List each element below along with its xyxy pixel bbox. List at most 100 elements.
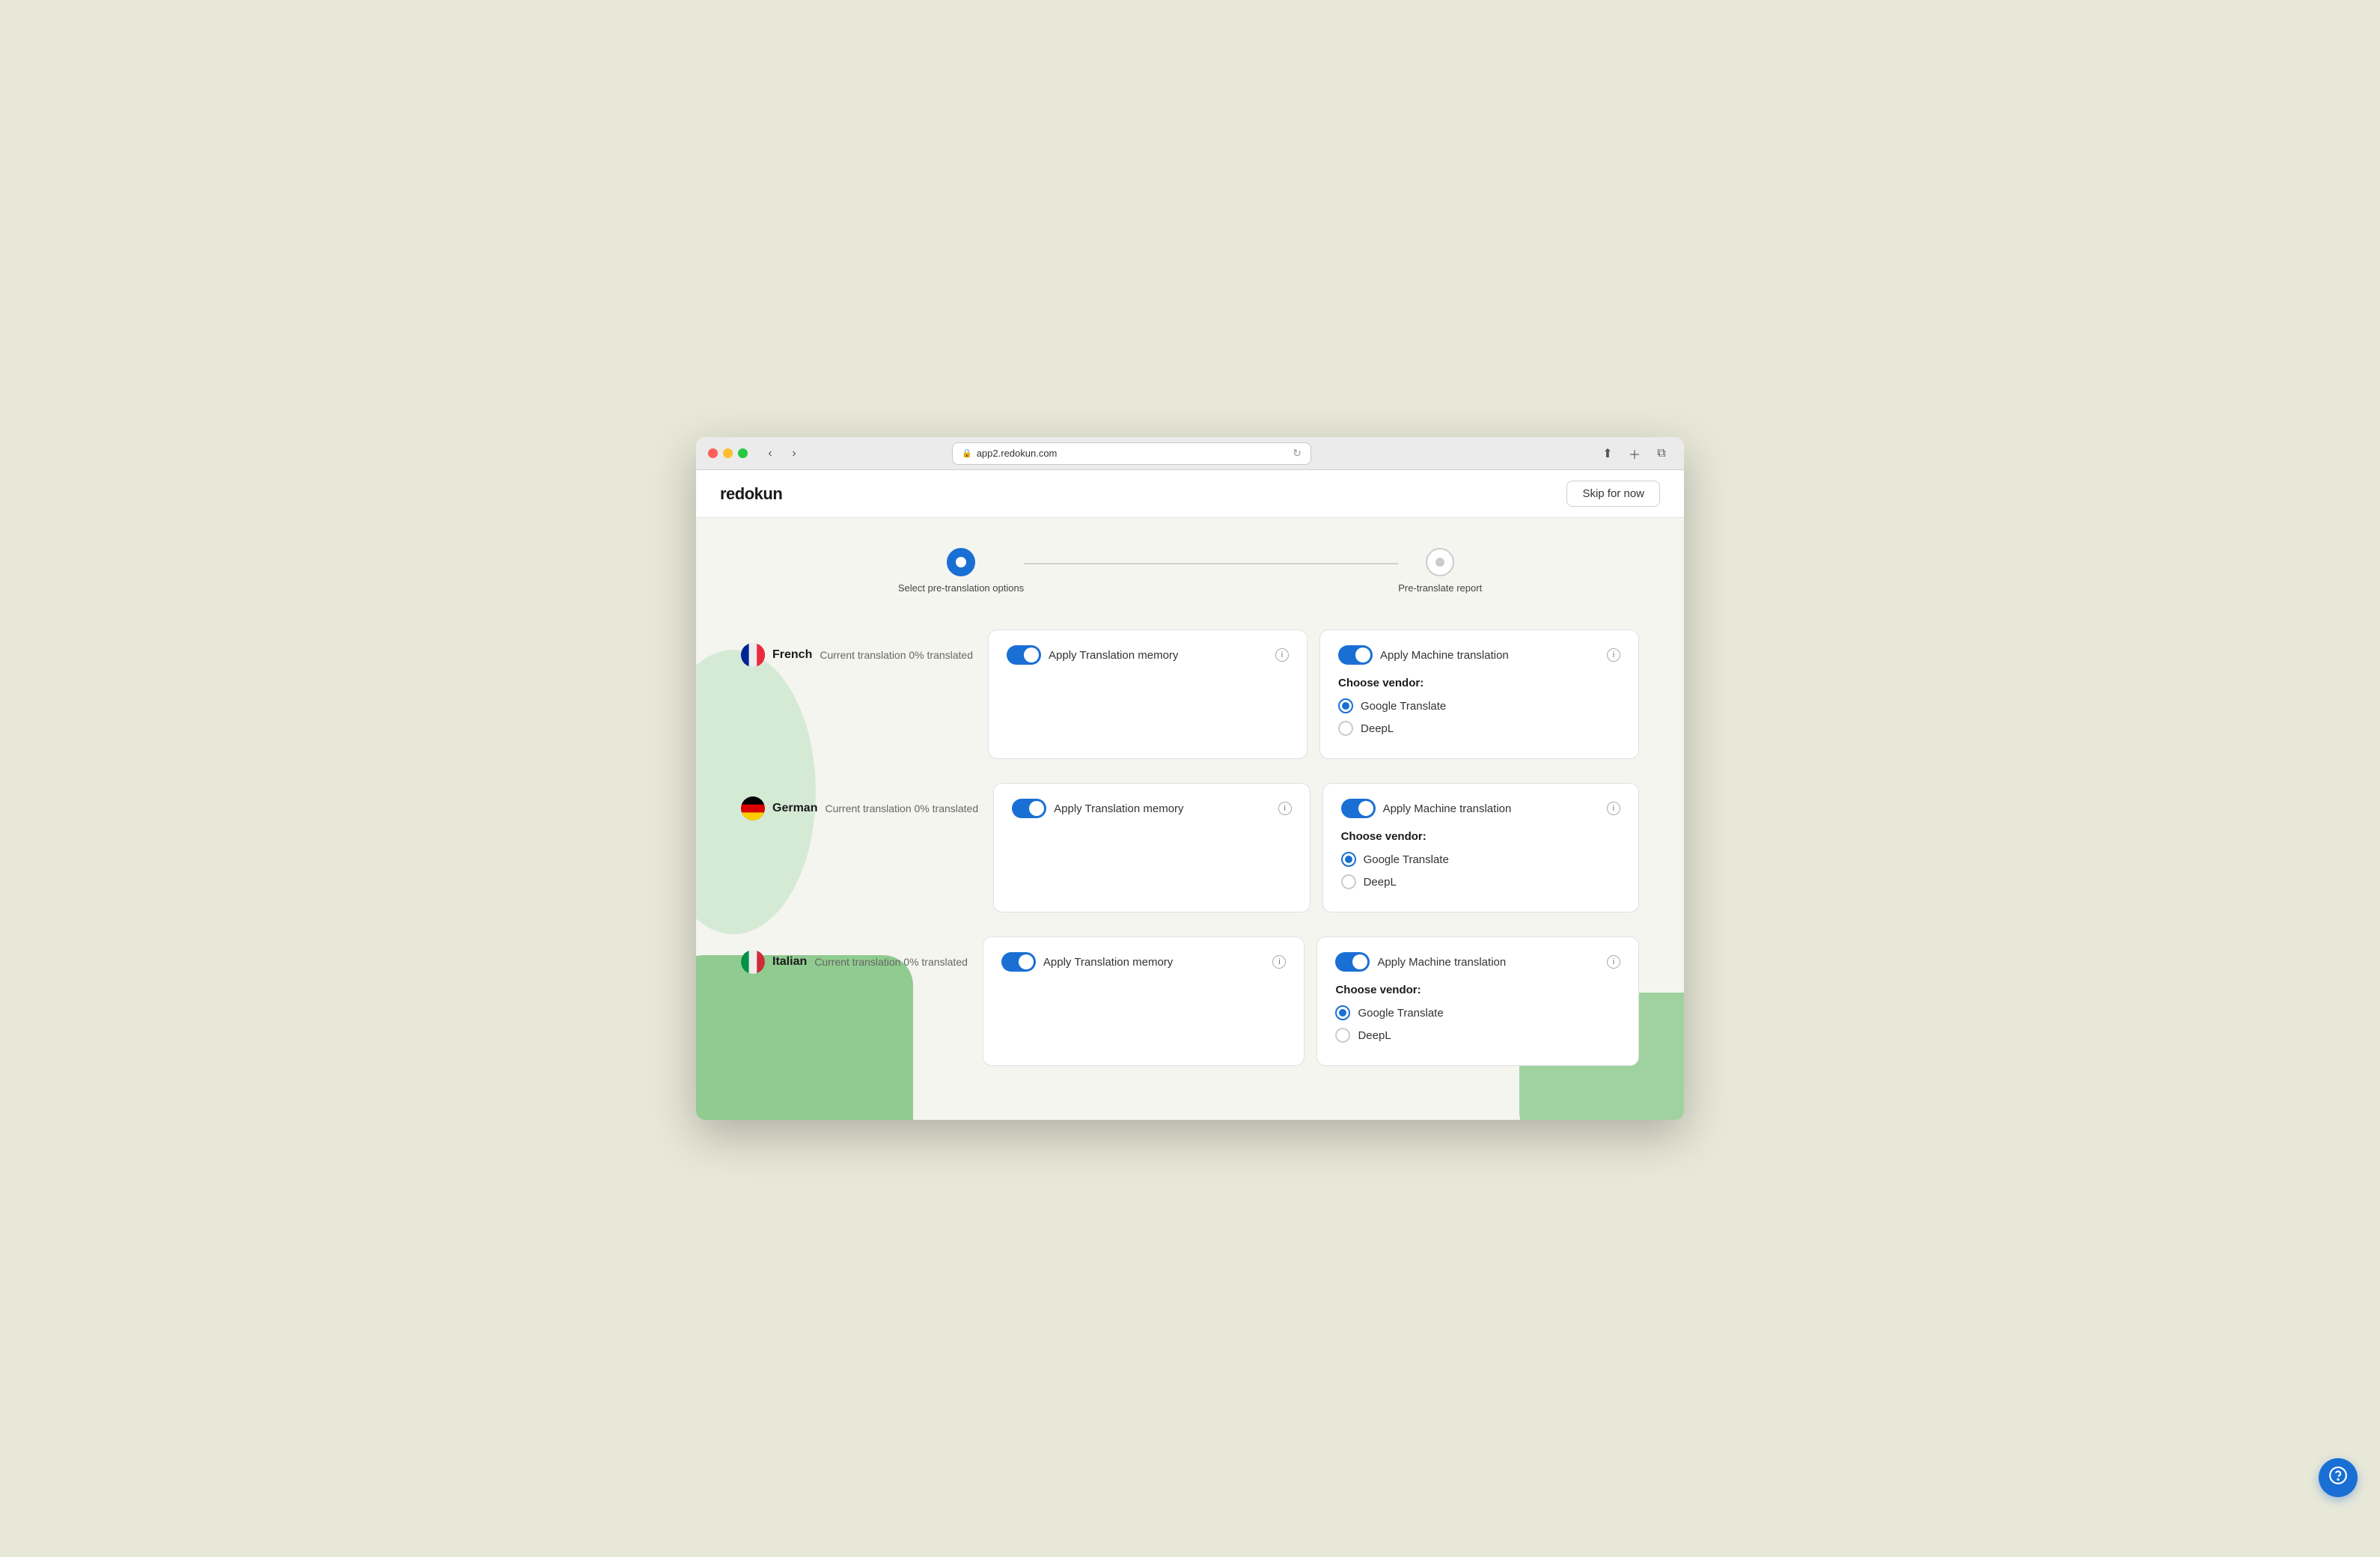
info-icon-mt-german[interactable]: i [1607, 802, 1620, 815]
vendor-label-google-italian: Google Translate [1358, 1007, 1443, 1020]
info-icon-tm-german[interactable]: i [1278, 802, 1292, 815]
step-2-circle [1426, 548, 1454, 576]
vendor-label-deepl-german: DeepL [1364, 876, 1397, 889]
lang-name-german: German [772, 802, 817, 815]
skip-button[interactable]: Skip for now [1566, 481, 1660, 507]
step-1: Select pre-translation options [898, 548, 1024, 594]
step-connector [1024, 563, 1398, 564]
toggle-machine-translation-german[interactable] [1341, 799, 1376, 818]
vendor-section-italian: Choose vendor: Google Translate DeepL [1335, 984, 1620, 1043]
lang-name-french: French [772, 648, 812, 662]
option-cards-french: Apply Translation memory i Apply Machine… [988, 630, 1639, 759]
card-label-tm-italian: Apply Translation memory [1043, 956, 1266, 969]
step-2-label: Pre-translate report [1398, 582, 1482, 594]
card-label-tm-french: Apply Translation memory [1049, 649, 1268, 662]
toggle-translation-memory-french[interactable] [1007, 645, 1041, 665]
vendor-title-french: Choose vendor: [1338, 677, 1620, 689]
language-rows-container: French Current translation 0% translated… [741, 630, 1639, 1066]
traffic-lights [708, 448, 748, 458]
info-icon-tm-italian[interactable]: i [1272, 955, 1286, 969]
minimize-button[interactable] [723, 448, 733, 458]
url-text: app2.redokun.com [977, 448, 1058, 459]
translation-memory-card-italian: Apply Translation memory i [983, 936, 1305, 1066]
step-2: Pre-translate report [1398, 548, 1482, 594]
radio-deepl-french[interactable] [1338, 721, 1353, 736]
vendor-label-deepl-french: DeepL [1361, 722, 1394, 735]
card-header-mt-german: Apply Machine translation i [1341, 799, 1620, 818]
new-tab-button[interactable]: ＋ [1624, 443, 1645, 464]
reload-icon[interactable]: ↻ [1293, 447, 1302, 460]
card-label-mt-italian: Apply Machine translation [1377, 956, 1599, 969]
progress-stepper: Select pre-translation options Pre-trans… [741, 548, 1639, 594]
radio-google-italian[interactable] [1335, 1005, 1350, 1020]
machine-translation-card-italian: Apply Machine translation i Choose vendo… [1316, 936, 1639, 1066]
vendor-title-italian: Choose vendor: [1335, 984, 1620, 996]
share-button[interactable]: ⬆ [1597, 443, 1618, 464]
flag-french [741, 643, 765, 667]
card-header-tm-french: Apply Translation memory i [1007, 645, 1289, 665]
vendor-option-deepl-german[interactable]: DeepL [1341, 874, 1620, 889]
address-bar[interactable]: 🔒 app2.redokun.com ↻ [952, 442, 1311, 465]
vendor-label-google-german: Google Translate [1364, 853, 1449, 866]
radio-deepl-italian[interactable] [1335, 1028, 1350, 1043]
main-content: Select pre-translation options Pre-trans… [696, 518, 1684, 1120]
card-header-tm-german: Apply Translation memory i [1012, 799, 1291, 818]
logo: redokun [720, 484, 782, 504]
vendor-title-german: Choose vendor: [1341, 830, 1620, 843]
language-row-italian: Italian Current translation 0% translate… [741, 936, 1639, 1066]
language-row-german: German Current translation 0% translated… [741, 783, 1639, 912]
page-content: redokun Skip for now Select pre-translat… [696, 470, 1684, 1120]
card-header-mt-french: Apply Machine translation i [1338, 645, 1620, 665]
browser-navigation: ‹ › [760, 443, 805, 464]
step-1-circle [947, 548, 975, 576]
lang-status-german: Current translation 0% translated [825, 802, 978, 814]
card-header-tm-italian: Apply Translation memory i [1001, 952, 1287, 972]
toggle-machine-translation-italian[interactable] [1335, 952, 1370, 972]
maximize-button[interactable] [738, 448, 748, 458]
machine-translation-card-german: Apply Machine translation i Choose vendo… [1322, 783, 1639, 912]
info-icon-mt-french[interactable]: i [1607, 648, 1620, 662]
page-header: redokun Skip for now [696, 470, 1684, 518]
lock-icon: 🔒 [962, 448, 972, 458]
vendor-option-google-french[interactable]: Google Translate [1338, 698, 1620, 713]
vendor-option-deepl-italian[interactable]: DeepL [1335, 1028, 1620, 1043]
vendor-option-google-italian[interactable]: Google Translate [1335, 1005, 1620, 1020]
flag-italian [741, 950, 765, 974]
radio-google-german[interactable] [1341, 852, 1356, 867]
toggle-machine-translation-french[interactable] [1338, 645, 1373, 665]
option-cards-italian: Apply Translation memory i Apply Machine… [983, 936, 1639, 1066]
language-info-french: French Current translation 0% translated [741, 630, 973, 667]
vendor-label-google-french: Google Translate [1361, 700, 1446, 713]
machine-translation-card-french: Apply Machine translation i Choose vendo… [1319, 630, 1639, 759]
flag-german [741, 796, 765, 820]
card-label-tm-german: Apply Translation memory [1054, 802, 1270, 815]
forward-button[interactable]: › [784, 443, 805, 464]
info-icon-mt-italian[interactable]: i [1607, 955, 1620, 969]
radio-deepl-german[interactable] [1341, 874, 1356, 889]
card-label-mt-german: Apply Machine translation [1383, 802, 1599, 815]
info-icon-tm-french[interactable]: i [1275, 648, 1289, 662]
vendor-section-french: Choose vendor: Google Translate DeepL [1338, 677, 1620, 736]
lang-status-french: Current translation 0% translated [820, 649, 973, 661]
vendor-section-german: Choose vendor: Google Translate DeepL [1341, 830, 1620, 889]
language-row-french: French Current translation 0% translated… [741, 630, 1639, 759]
lang-name-italian: Italian [772, 955, 807, 969]
language-info-german: German Current translation 0% translated [741, 783, 978, 820]
tabs-button[interactable]: ⧉ [1651, 443, 1672, 464]
card-header-mt-italian: Apply Machine translation i [1335, 952, 1620, 972]
step-1-label: Select pre-translation options [898, 582, 1024, 594]
toggle-translation-memory-german[interactable] [1012, 799, 1046, 818]
option-cards-german: Apply Translation memory i Apply Machine… [993, 783, 1639, 912]
toggle-translation-memory-italian[interactable] [1001, 952, 1036, 972]
card-label-mt-french: Apply Machine translation [1380, 649, 1599, 662]
vendor-option-google-german[interactable]: Google Translate [1341, 852, 1620, 867]
browser-actions: ⬆ ＋ ⧉ [1597, 443, 1672, 464]
back-button[interactable]: ‹ [760, 443, 781, 464]
radio-google-french[interactable] [1338, 698, 1353, 713]
browser-titlebar: ‹ › 🔒 app2.redokun.com ↻ ⬆ ＋ ⧉ [696, 437, 1684, 470]
lang-status-italian: Current translation 0% translated [814, 956, 968, 968]
vendor-option-deepl-french[interactable]: DeepL [1338, 721, 1620, 736]
browser-window: ‹ › 🔒 app2.redokun.com ↻ ⬆ ＋ ⧉ redokun S… [696, 437, 1684, 1120]
close-button[interactable] [708, 448, 718, 458]
vendor-label-deepl-italian: DeepL [1358, 1029, 1391, 1042]
